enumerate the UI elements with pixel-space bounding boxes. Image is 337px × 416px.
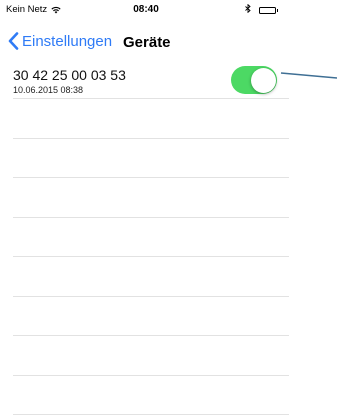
callout-line [280,72,337,79]
